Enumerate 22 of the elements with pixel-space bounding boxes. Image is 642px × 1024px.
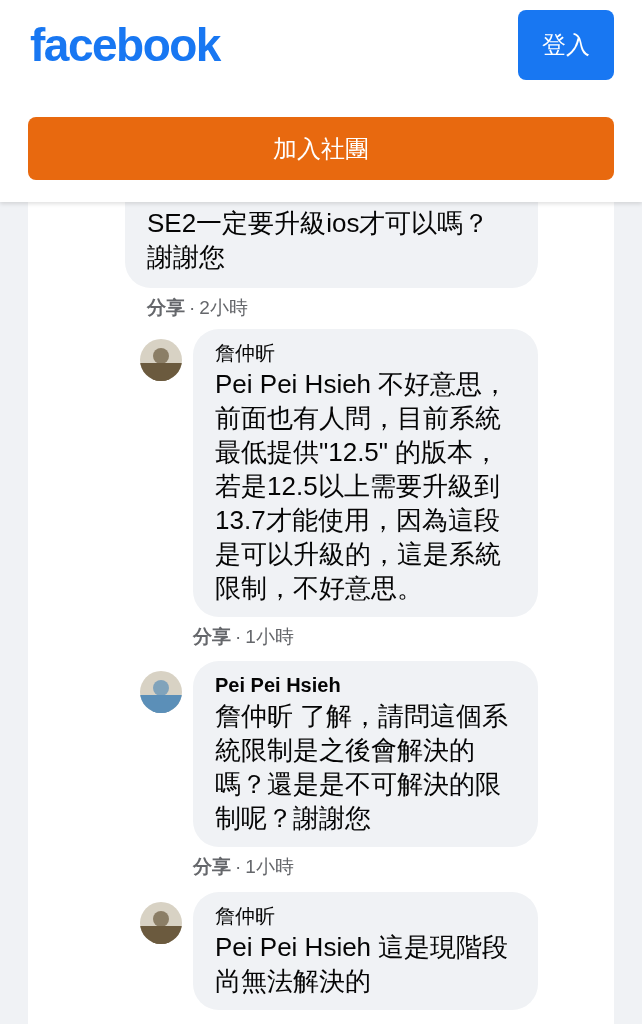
reply-text: 詹仲昕 了解，請問這個系統限制是之後會解決的嗎？還是是不可解決的限制呢？謝謝您	[215, 700, 510, 835]
comment-time: 2小時	[199, 296, 248, 320]
share-link[interactable]: 分享	[147, 294, 185, 323]
comment-time: 1小時	[245, 624, 294, 649]
reply-author[interactable]: 詹仲昕	[215, 901, 520, 930]
avatar	[140, 338, 182, 381]
logo[interactable]: facebook	[30, 22, 220, 68]
reply-text: Pei Pei Hsieh 這是現階段尚無法解決的	[215, 930, 510, 998]
separator: ·	[235, 855, 242, 879]
comment-text: SE2一定要升級ios才可以嗎？謝謝您	[147, 207, 491, 274]
reply-author[interactable]: 詹仲昕	[215, 338, 520, 367]
login-button[interactable]: 登入	[518, 10, 614, 80]
separator: ·	[235, 624, 242, 649]
reply-text: Pei Pei Hsieh 不好意思，前面也有人問，目前系統最低提供"12.5" 的版本，若是12.5以上需要升級到13.7才能使用，因為這段是可以升級的，這是系統限制，不好意思。	[215, 367, 510, 605]
comment-time: 1小時	[245, 855, 294, 879]
separator: ·	[189, 296, 196, 320]
avatar	[140, 671, 182, 713]
share-link[interactable]: 分享	[193, 622, 231, 651]
reply-author[interactable]: Pei Pei Hsieh	[215, 671, 520, 699]
share-link[interactable]: 分享	[193, 853, 231, 882]
join-group-button[interactable]: 加入社團	[28, 117, 614, 180]
avatar	[140, 901, 182, 944]
